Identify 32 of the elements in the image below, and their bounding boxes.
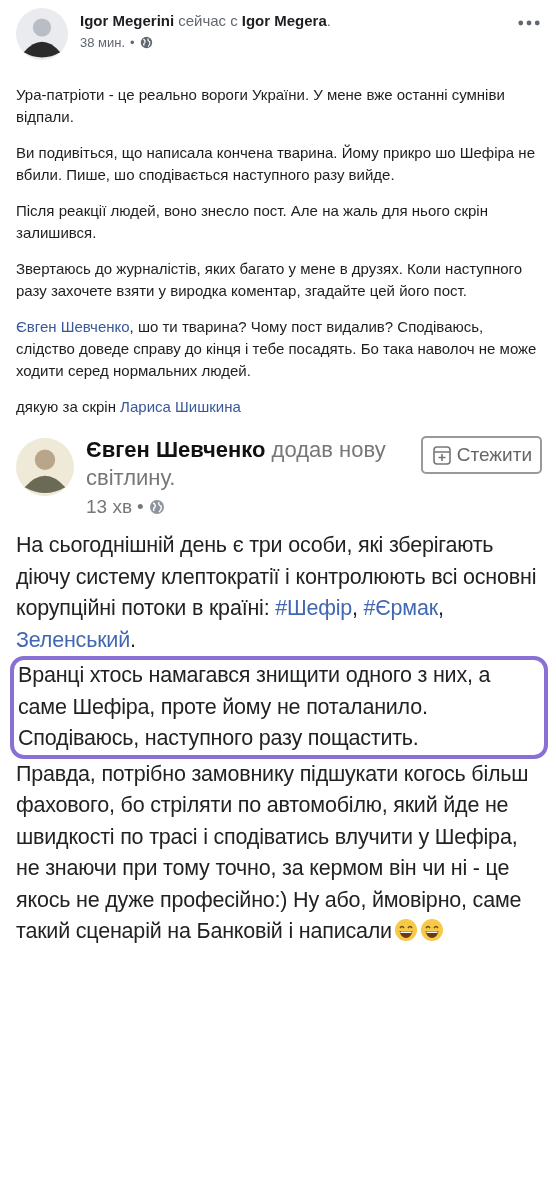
with-label: сейчас с: [178, 12, 238, 29]
author-name[interactable]: Igor Megerini: [80, 12, 175, 29]
laughing-emoji-icon: [393, 918, 418, 942]
post-paragraph: Правда, потрібно замовнику підшукати когось більш фахового, бо стріляти по автомобілю, який йде не швидкості по трасі і сподіватись влучити у Шефіра, не знаючи при тому точно, за кермом він чи ні - це якось не дуже професійно:) Ну або, ймовірно, саме такий сценарій на Банковій і написали: [16, 760, 530, 945]
follow-icon: [430, 444, 453, 466]
post-paragraph: Вранці хтось намагався знищити одного з них, а саме Шефіра, проте йому не поталанило. Сподіваюсь, наступного разу пощастить.: [10, 656, 548, 759]
laughing-emoji-icon: [419, 918, 444, 942]
post-time[interactable]: 38 мин.: [80, 35, 126, 50]
post-paragraph: Ви подивіться, що написала кончена тварина. Йому прикро шо Шефіра не вбили. Пише, шо сподівається наступного разу вийде.: [16, 143, 536, 185]
post-paragraph: Звертаюсь до журналістів, яких багато у мене в друзях. Коли наступного разу захочете взяти у виродка коментар, згадайте цей його пост.: [16, 259, 523, 301]
post-paragraph: дякую за скрін Лариса Шишкина: [16, 397, 242, 417]
period: .: [326, 12, 331, 29]
separator-dot: •: [130, 35, 135, 50]
post-time[interactable]: 13 хв: [86, 496, 132, 518]
hashtag-link[interactable]: #Шефір: [275, 596, 353, 620]
avatar: [16, 438, 74, 496]
post-headline: Євген Шевченко додав нову світлину.: [86, 436, 387, 492]
follow-button[interactable]: Стежити: [420, 436, 542, 474]
globe-icon: [139, 36, 153, 49]
avatar[interactable]: [16, 8, 68, 60]
globe-icon: [148, 499, 165, 515]
tagged-name[interactable]: Igor Megera: [241, 12, 327, 29]
profile-link[interactable]: Лариса Шишкина: [120, 398, 241, 415]
hashtag-link[interactable]: #Єрмак: [363, 596, 438, 620]
hashtag-link[interactable]: Зеленський: [16, 627, 130, 652]
post-paragraph: Ура-патріоти - це реально вороги України. У мене вже останні сумніви відпали.: [16, 85, 506, 127]
post-paragraph: На сьогоднішній день є три особи, які зберігають діючу систему клептократії і контролюють всі основні корупційні потоки в країні: #Шефір, #Єрмак, Зеленський.: [16, 532, 538, 654]
more-icon[interactable]: [518, 20, 540, 26]
post-paragraph: Після реакції людей, воно знесло пост. Але на жаль для нього скрін залишився.: [16, 201, 489, 243]
profile-link[interactable]: Євген Шевченко: [16, 318, 130, 335]
post-paragraph: Євген Шевченко, шо ти тварина? Чому пост видалив? Сподіваюсь, слідство доведе справу до кінця і тебе посадять. Бо така наволоч не може ходити серед нормальних людей.: [16, 317, 538, 381]
separator-dot: •: [137, 496, 144, 518]
